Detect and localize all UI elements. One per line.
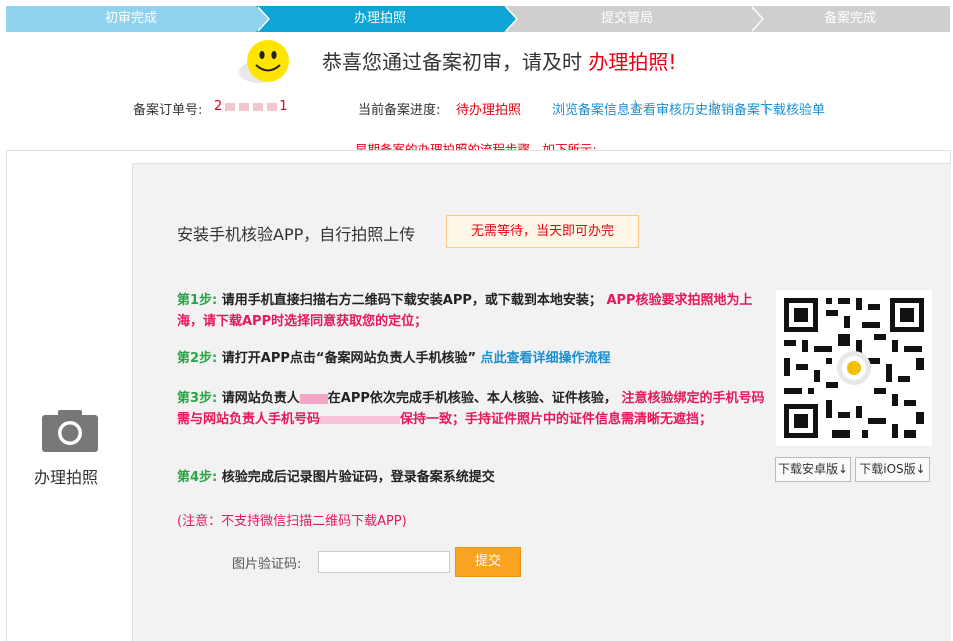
download-ios-button[interactable]: 下载iOS版↓ bbox=[855, 457, 930, 482]
submit-button[interactable]: 提交 bbox=[455, 547, 521, 577]
link-separator: | bbox=[711, 99, 716, 114]
step-warning: 保持一致；手持证件照片中的证件信息需清晰无遮挡； bbox=[400, 412, 713, 427]
redaction-mask bbox=[239, 102, 250, 111]
step-3: 第3步: 请网站负责人 在APP依次完成手机核验、本人核验、证件核验， 注意核验绑… bbox=[177, 388, 777, 430]
step-arrow bbox=[256, 6, 268, 32]
order-number-end: 1 bbox=[279, 99, 289, 114]
congrats-message: 恭喜您通过备案初审，请及时 办理拍照! bbox=[322, 46, 676, 75]
progress-steps: 初审完成 办理拍照 提交管局 备案完成 bbox=[6, 6, 950, 32]
redaction-mask bbox=[253, 102, 264, 111]
step-filing-complete: 备案完成 bbox=[750, 6, 950, 32]
redaction-mask bbox=[267, 102, 278, 111]
captcha-label: 图片验证码: bbox=[232, 557, 302, 572]
step-text: 请网站负责人 bbox=[221, 391, 300, 406]
redaction-mask bbox=[320, 415, 401, 424]
no-wait-badge: 无需等待，当天即可办完 bbox=[446, 215, 639, 248]
photo-section-label: 办理拍照 bbox=[34, 468, 99, 487]
link-separator: | bbox=[633, 99, 638, 114]
step-arrow bbox=[504, 6, 516, 32]
step-text: 请打开APP点击“备案网站负责人手机核验” bbox=[221, 351, 476, 366]
view-filing-info-link[interactable]: 浏览备案信息 bbox=[552, 103, 630, 118]
install-app-title: 安装手机核验APP，自行拍照上传 bbox=[177, 225, 416, 244]
wechat-note: (注意：不支持微信扫描二维码下载APP) bbox=[177, 514, 407, 529]
qr-code-icon bbox=[776, 290, 932, 446]
step-text: 请用手机直接扫描右方二维码下载安装APP，或下载到本地安装； bbox=[221, 293, 602, 308]
step-number: 第2步: bbox=[177, 351, 218, 366]
redaction-mask bbox=[299, 393, 328, 404]
step-number: 第3步: bbox=[177, 391, 218, 406]
step-first-review-done: 初审完成 bbox=[6, 6, 256, 32]
left-panel bbox=[6, 163, 131, 641]
link-separator: | bbox=[763, 99, 768, 114]
action-links: 浏览备案信息 | 查看审核历史 | 撤销备案 | 下载核验单 bbox=[552, 99, 825, 118]
smiley-icon bbox=[239, 40, 289, 83]
download-android-button[interactable]: 下载安卓版↓ bbox=[775, 457, 851, 482]
step-4: 第4步: 核验完成后记录图片验证码，登录备案系统提交 bbox=[177, 467, 777, 488]
step-arrow bbox=[750, 6, 762, 32]
view-detailed-steps-link[interactable]: 点此查看详细操作流程 bbox=[481, 351, 611, 366]
order-number-start: 2 bbox=[214, 99, 224, 114]
camera-icon bbox=[42, 410, 98, 452]
redaction-mask bbox=[225, 102, 236, 111]
step-2: 第2步: 请打开APP点击“备案网站负责人手机核验” 点此查看详细操作流程 bbox=[177, 348, 777, 369]
view-review-history-link[interactable]: 查看审核历史 bbox=[630, 103, 708, 118]
step-1: 第1步: 请用手机直接扫描右方二维码下载安装APP，或下载到本地安装； APP核… bbox=[177, 290, 777, 332]
order-number-label: 备案订单号: bbox=[133, 103, 203, 118]
order-number: 21 bbox=[214, 99, 289, 114]
step-text: 在APP依次完成手机核验、本人核验、证件核验， bbox=[327, 391, 617, 406]
step-submit-bureau: 提交管局 bbox=[504, 6, 750, 32]
captcha-input[interactable] bbox=[318, 551, 450, 573]
step-number: 第1步: bbox=[177, 293, 218, 308]
congrats-highlight: 办理拍照! bbox=[588, 50, 677, 74]
step-text: 核验完成后记录图片验证码，登录备案系统提交 bbox=[221, 470, 495, 485]
progress-value: 待办理拍照 bbox=[456, 103, 522, 118]
step-photo: 办理拍照 bbox=[256, 6, 504, 32]
progress-label: 当前备案进度: bbox=[358, 103, 441, 118]
congrats-text: 恭喜您通过备案初审，请及时 bbox=[322, 50, 582, 74]
step-number: 第4步: bbox=[177, 470, 218, 485]
